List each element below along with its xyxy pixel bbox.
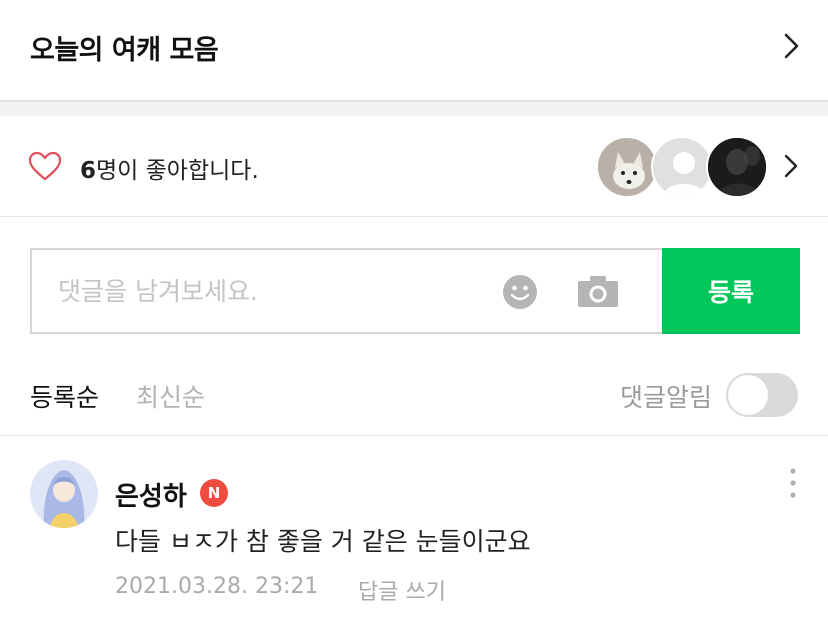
likes-count: 6 [80, 158, 97, 184]
likes-label: 명이 좋아합니다. [96, 158, 259, 184]
comment-text: 다들 ㅂㅈ가 참 좋을 거 같은 눈들이군요 [115, 527, 531, 556]
comment-timestamp: 2021.03.28. 23:21 [115, 574, 319, 599]
anime-avatar-icon [30, 460, 98, 528]
likes-summary: 6명이 좋아합니다. [80, 151, 259, 185]
section-divider [0, 100, 828, 116]
comment-item: 은성하 N 다들 ㅂㅈ가 참 좋을 거 같은 눈들이군요 2021.03.28.… [0, 436, 828, 641]
comment-form: 등록 [30, 248, 800, 334]
post-title: 오늘의 여캐 모음 [30, 35, 219, 66]
avatar [651, 136, 713, 198]
avatar [596, 136, 658, 198]
likes-row[interactable]: 6명이 좋아합니다. [0, 116, 828, 217]
toggle-knob [728, 375, 768, 415]
comment-input[interactable] [32, 250, 492, 332]
reply-button[interactable]: 답글 쓰기 [358, 574, 446, 606]
default-avatar-icon [653, 138, 711, 196]
chevron-right-icon[interactable] [778, 32, 804, 60]
avatar [706, 136, 768, 198]
more-options-icon[interactable] [786, 466, 800, 500]
naver-badge: N [200, 479, 228, 507]
avatar[interactable] [30, 460, 98, 528]
comment-sort-bar: 등록순 최신순 댓글알림 [0, 370, 828, 436]
emoji-icon[interactable] [502, 274, 538, 310]
camera-icon[interactable] [577, 274, 619, 308]
sort-tab-registered[interactable]: 등록순 [30, 378, 99, 414]
comment-notify-toggle[interactable] [726, 373, 798, 417]
chevron-right-icon[interactable] [780, 153, 802, 179]
liker-avatars[interactable] [596, 136, 772, 198]
sort-tab-latest[interactable]: 최신순 [136, 378, 205, 414]
post-header[interactable]: 오늘의 여캐 모음 [0, 0, 828, 100]
dark-avatar-icon [708, 138, 766, 196]
comment-notify-label: 댓글알림 [620, 383, 713, 412]
heart-icon[interactable] [28, 151, 62, 181]
fox-avatar-icon [598, 138, 656, 196]
comment-author[interactable]: 은성하 [115, 476, 187, 513]
submit-comment-button[interactable]: 등록 [662, 248, 800, 334]
